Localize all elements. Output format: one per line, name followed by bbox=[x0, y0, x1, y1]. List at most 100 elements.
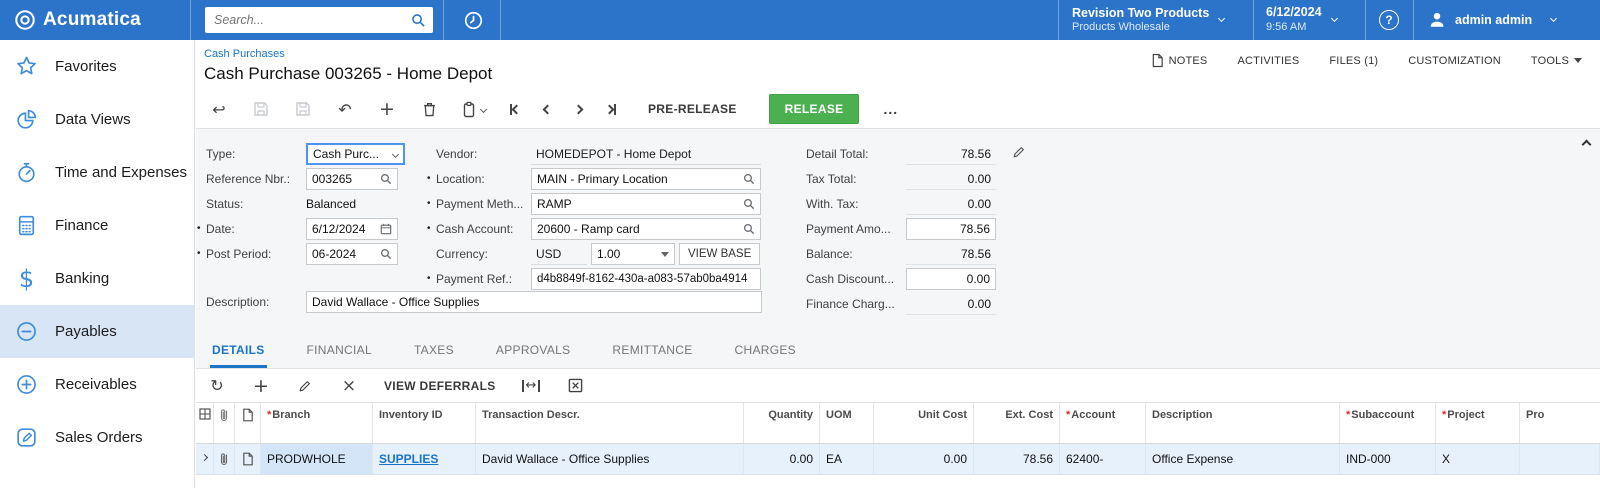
lookup-icon[interactable] bbox=[743, 173, 755, 185]
payment-method-field[interactable]: RAMP bbox=[531, 193, 761, 215]
search-icon[interactable] bbox=[411, 13, 426, 28]
type-select[interactable]: Cash Purc... bbox=[306, 143, 405, 165]
edit-row-button[interactable] bbox=[296, 379, 314, 393]
tab-remittance[interactable]: REMITTANCE bbox=[610, 334, 694, 368]
cell-transaction-descr[interactable]: David Wallace - Office Supplies bbox=[476, 444, 744, 474]
cell-project[interactable]: X bbox=[1436, 444, 1520, 474]
grid-settings-icon[interactable] bbox=[196, 403, 214, 443]
currency-code-field[interactable]: USD bbox=[531, 243, 587, 265]
cash-discount-field[interactable]: 0.00 bbox=[906, 268, 996, 290]
go-previous-button[interactable] bbox=[544, 106, 551, 113]
sidebar-item-favorites[interactable]: Favorites bbox=[0, 40, 194, 93]
vendor-field[interactable]: HOMEDEPOT - Home Depot bbox=[531, 143, 761, 165]
sidebar-item-receivables[interactable]: Receivables bbox=[0, 358, 194, 411]
add-new-record-button[interactable] bbox=[378, 98, 396, 120]
cell-pro[interactable] bbox=[1520, 444, 1600, 474]
acumatica-logo[interactable]: Acumatica bbox=[14, 0, 141, 40]
go-last-button[interactable] bbox=[606, 104, 616, 115]
date-field[interactable]: 6/12/2024 bbox=[306, 218, 398, 240]
tab-taxes[interactable]: TAXES bbox=[412, 334, 456, 368]
release-button[interactable]: RELEASE bbox=[769, 94, 860, 124]
inventory-id-link[interactable]: SUPPLIES bbox=[379, 452, 438, 466]
column-header-pro[interactable]: Pro bbox=[1520, 403, 1600, 443]
column-header-account[interactable]: Account bbox=[1060, 403, 1146, 443]
sidebar-item-payables[interactable]: Payables bbox=[0, 305, 194, 358]
column-header-uom[interactable]: UOM bbox=[820, 403, 874, 443]
tab-approvals[interactable]: APPROVALS bbox=[494, 334, 573, 368]
files-button[interactable]: FILES (1) bbox=[1329, 55, 1378, 67]
help-button[interactable] bbox=[1368, 0, 1410, 40]
location-field[interactable]: MAIN - Primary Location bbox=[531, 168, 761, 190]
sidebar-item-sales-orders[interactable]: Sales Orders bbox=[0, 411, 194, 464]
tab-details[interactable]: DETAILS bbox=[210, 334, 267, 368]
business-date-selector[interactable]: 6/12/2024 9:56 AM bbox=[1266, 0, 1337, 40]
cell-uom[interactable]: EA bbox=[820, 444, 874, 474]
tab-charges[interactable]: CHARGES bbox=[733, 334, 798, 368]
refresh-button[interactable] bbox=[208, 376, 226, 395]
save-and-close-button[interactable] bbox=[252, 101, 270, 117]
column-header-ext-cost[interactable]: Ext. Cost bbox=[974, 403, 1060, 443]
cell-account[interactable]: 62400- bbox=[1060, 444, 1146, 474]
add-row-button[interactable] bbox=[252, 375, 270, 397]
chevron-down-icon[interactable] bbox=[392, 150, 399, 157]
column-header-quantity[interactable]: Quantity bbox=[744, 403, 820, 443]
sidebar-item-banking[interactable]: Banking bbox=[0, 252, 194, 305]
column-header-description[interactable]: Description bbox=[1146, 403, 1340, 443]
save-button[interactable] bbox=[294, 101, 312, 117]
lookup-icon[interactable] bbox=[380, 248, 392, 260]
global-search[interactable] bbox=[205, 7, 433, 33]
column-header-inventory-id[interactable]: Inventory ID bbox=[373, 403, 476, 443]
cell-description[interactable]: Office Expense bbox=[1146, 444, 1340, 474]
payment-ref-field[interactable]: d4b8849f-8162-430a-a083-57ab0ba4914 bbox=[531, 268, 761, 290]
customization-button[interactable]: CUSTOMIZATION bbox=[1408, 55, 1501, 67]
delete-row-button[interactable] bbox=[340, 376, 358, 396]
sidebar-item-finance[interactable]: Finance bbox=[0, 199, 194, 252]
column-header-unit-cost[interactable]: Unit Cost bbox=[874, 403, 974, 443]
row-note-icon[interactable] bbox=[235, 444, 261, 474]
search-input[interactable] bbox=[205, 13, 411, 27]
tab-financial[interactable]: FINANCIAL bbox=[305, 334, 374, 368]
more-actions-button[interactable]: ... bbox=[883, 101, 898, 117]
cell-unit-cost[interactable]: 0.00 bbox=[874, 444, 974, 474]
reference-nbr-field[interactable]: 003265 bbox=[306, 168, 398, 190]
row-expander[interactable] bbox=[196, 444, 214, 474]
cell-inventory-id[interactable]: SUPPLIES bbox=[373, 444, 476, 474]
caret-down-icon[interactable] bbox=[661, 252, 669, 257]
cancel-undo-button[interactable] bbox=[336, 100, 354, 119]
tenant-selector[interactable]: Revision Two Products Products Wholesale bbox=[1072, 0, 1224, 40]
cell-branch[interactable]: PRODWHOLE bbox=[261, 444, 373, 474]
export-to-excel-button[interactable] bbox=[566, 378, 584, 393]
breadcrumb[interactable]: Cash Purchases bbox=[204, 48, 285, 60]
lookup-icon[interactable] bbox=[380, 173, 392, 185]
copy-paste-button[interactable] bbox=[462, 101, 486, 118]
column-header-branch[interactable]: Branch bbox=[261, 403, 373, 443]
post-period-field[interactable]: 06-2024 bbox=[306, 243, 398, 265]
user-menu[interactable]: admin admin bbox=[1428, 0, 1556, 40]
cash-account-field[interactable]: 20600 - Ramp card bbox=[531, 218, 761, 240]
go-first-button[interactable] bbox=[510, 104, 520, 115]
column-header-subaccount[interactable]: Subaccount bbox=[1340, 403, 1436, 443]
calendar-icon[interactable] bbox=[380, 223, 392, 235]
cell-subaccount[interactable]: IND-000 bbox=[1340, 444, 1436, 474]
delete-button[interactable] bbox=[420, 101, 438, 117]
sidebar-item-time-and-expenses[interactable]: Time and Expenses bbox=[0, 146, 194, 199]
sidebar-item-data-views[interactable]: Data Views bbox=[0, 93, 194, 146]
notes-button[interactable]: NOTES bbox=[1151, 53, 1208, 68]
tools-button[interactable]: TOOLS bbox=[1531, 55, 1582, 67]
activities-button[interactable]: ACTIVITIES bbox=[1237, 55, 1299, 67]
column-header-transaction-descr[interactable]: Transaction Descr. bbox=[476, 403, 744, 443]
column-header-project[interactable]: Project bbox=[1436, 403, 1520, 443]
currency-rate-field[interactable]: 1.00 bbox=[591, 243, 675, 265]
cell-quantity[interactable]: 0.00 bbox=[744, 444, 820, 474]
lookup-icon[interactable] bbox=[743, 223, 755, 235]
description-field[interactable]: David Wallace - Office Supplies bbox=[306, 291, 762, 313]
fit-width-button[interactable] bbox=[522, 380, 541, 392]
pre-release-button[interactable]: PRE-RELEASE bbox=[640, 96, 745, 122]
go-back-button[interactable] bbox=[210, 100, 228, 119]
view-deferrals-button[interactable]: VIEW DEFERRALS bbox=[384, 379, 496, 393]
cell-ext-cost[interactable]: 78.56 bbox=[974, 444, 1060, 474]
payment-amount-field[interactable]: 78.56 bbox=[906, 218, 996, 240]
scroll-up-arrow[interactable] bbox=[1583, 137, 1590, 151]
view-base-button[interactable]: VIEW BASE bbox=[679, 243, 760, 265]
go-next-button[interactable] bbox=[575, 106, 582, 113]
